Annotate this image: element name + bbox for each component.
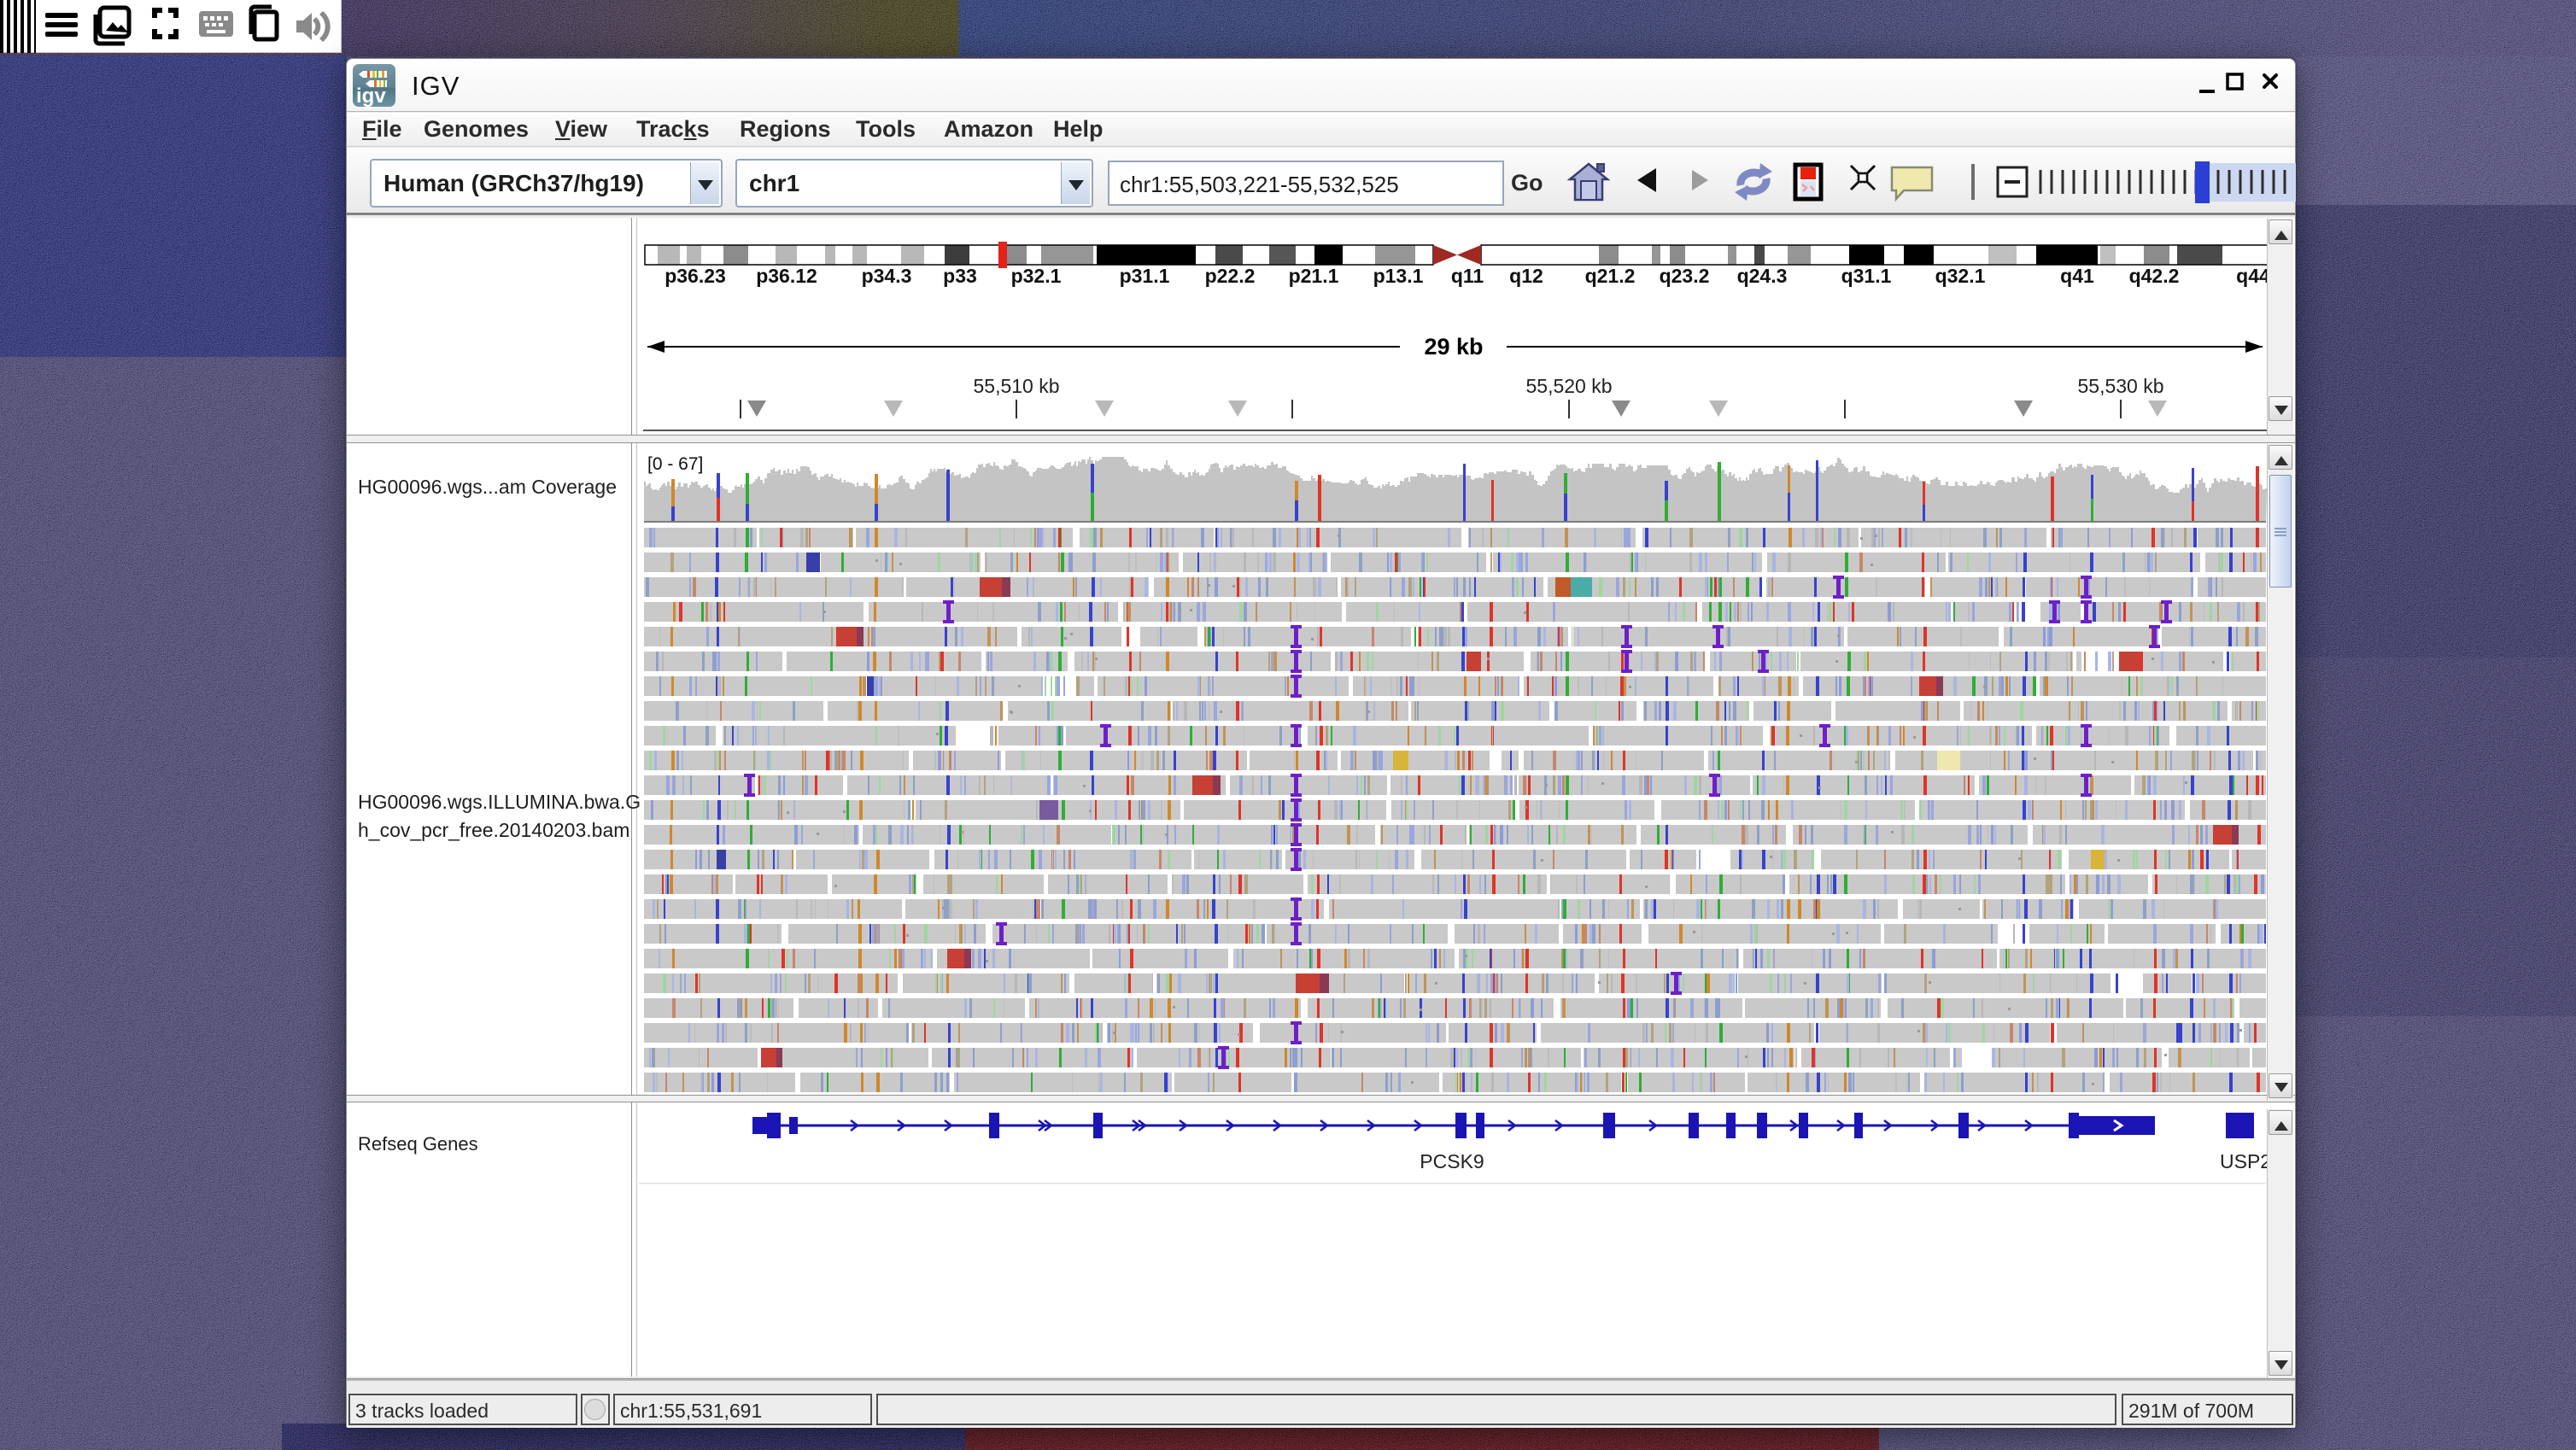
svg-text:55,510 kb: 55,510 kb xyxy=(973,375,1059,397)
svg-text:p13.1: p13.1 xyxy=(1373,265,1424,287)
svg-text:29 kb: 29 kb xyxy=(1424,334,1483,360)
svg-text:q21.2: q21.2 xyxy=(1585,265,1636,287)
svg-text:p31.1: p31.1 xyxy=(1120,265,1170,287)
svg-text:p36.23: p36.23 xyxy=(664,265,726,287)
svg-text:q31.1: q31.1 xyxy=(1841,265,1892,287)
svg-text:q42.2: q42.2 xyxy=(2129,265,2180,287)
svg-text:USP2: USP2 xyxy=(2220,1150,2271,1172)
svg-text:q41: q41 xyxy=(2060,265,2094,287)
svg-text:PCSK9: PCSK9 xyxy=(1420,1150,1484,1172)
svg-text:55,530 kb: 55,530 kb xyxy=(2077,375,2163,397)
svg-text:q23.2: q23.2 xyxy=(1660,265,1710,287)
svg-text:[0 - 67]: [0 - 67] xyxy=(647,454,703,474)
svg-text:q32.1: q32.1 xyxy=(1935,265,1986,287)
svg-text:q24.3: q24.3 xyxy=(1737,265,1788,287)
svg-text:q44: q44 xyxy=(2236,265,2270,287)
svg-text:p32.1: p32.1 xyxy=(1011,265,1062,287)
svg-text:p36.12: p36.12 xyxy=(756,265,817,287)
svg-text:p21.1: p21.1 xyxy=(1289,265,1339,287)
svg-text:p22.2: p22.2 xyxy=(1205,265,1256,287)
svg-text:p34.3: p34.3 xyxy=(862,265,912,287)
svg-text:q12: q12 xyxy=(1509,265,1543,287)
svg-text:p33: p33 xyxy=(943,265,977,287)
svg-text:q11: q11 xyxy=(1451,265,1484,287)
svg-text:55,520 kb: 55,520 kb xyxy=(1525,375,1612,397)
